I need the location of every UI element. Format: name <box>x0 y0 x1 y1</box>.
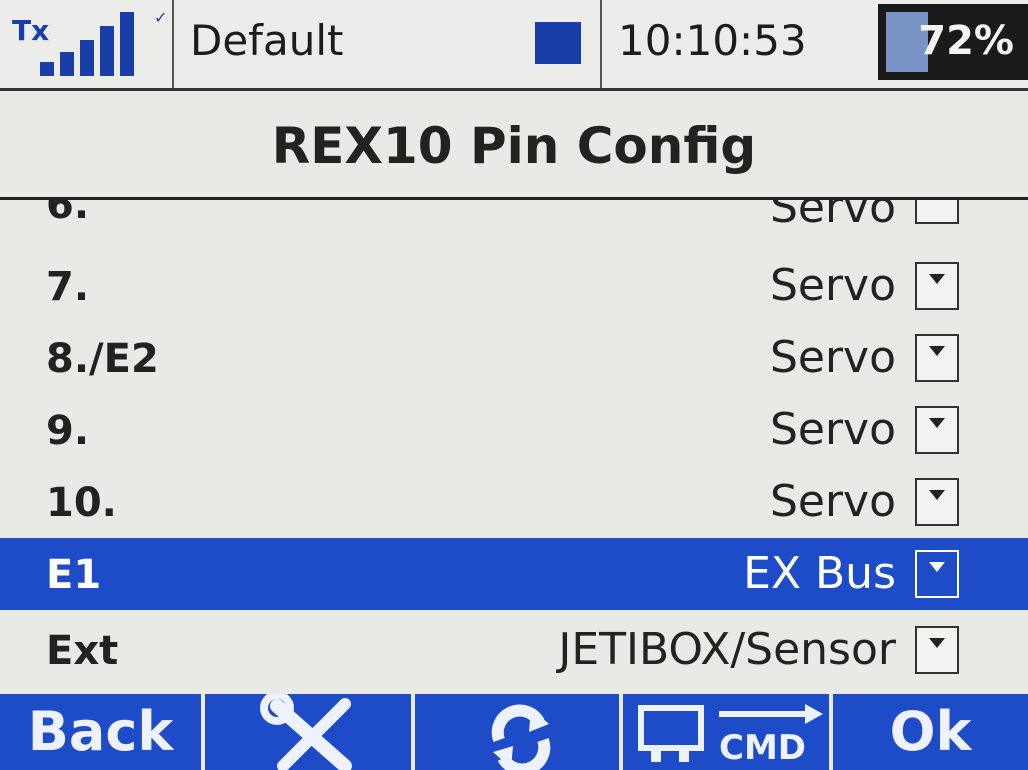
title-area: REX10 Pin Config <box>0 91 1028 200</box>
refresh-icon <box>491 704 551 770</box>
model-section: Default <box>172 0 602 88</box>
pin-mode-value: Servo <box>769 200 896 233</box>
cmd-button[interactable]: CMD <box>623 694 833 770</box>
list-item[interactable]: 9. Servo <box>0 394 1028 466</box>
tx-label: Tx <box>12 14 50 47</box>
ok-button[interactable]: Ok <box>833 694 1028 770</box>
list-item[interactable]: Ext JETIBOX/Sensor <box>0 614 1028 686</box>
list-item[interactable]: 7. Servo <box>0 250 1028 322</box>
list-item-selected[interactable]: E1 EX Bus <box>0 538 1028 610</box>
refresh-button[interactable] <box>415 694 623 770</box>
battery-icon: 72% <box>878 4 1028 80</box>
back-button-label: Back <box>27 700 174 763</box>
pin-mode-value: EX Bus <box>743 548 896 599</box>
pin-mode-value: Servo <box>769 404 896 455</box>
pin-label: 8./E2 <box>46 336 159 382</box>
pin-config-list: 6. Servo 7. Servo 8./E2 Servo 9. Servo 1… <box>0 200 1028 694</box>
wrench-screwdriver-icon <box>260 694 352 770</box>
pin-label: 9. <box>46 408 90 454</box>
list-item[interactable]: 10. Servo <box>0 466 1028 538</box>
pin-mode-value: Servo <box>769 332 896 383</box>
signal-section: Tx ✓ <box>0 0 174 88</box>
list-item[interactable]: 8./E2 Servo <box>0 322 1028 394</box>
pin-mode-value: Servo <box>769 476 896 527</box>
pin-label: Ext <box>46 628 119 674</box>
pin-label: 10. <box>46 480 117 526</box>
settings-button[interactable] <box>205 694 415 770</box>
status-bar: Tx ✓ Default 10:10:53 72% <box>0 0 1028 91</box>
pin-mode-value: JETIBOX/Sensor <box>558 624 896 675</box>
pin-label: 6. <box>46 200 90 228</box>
dropdown-arrow-icon[interactable] <box>915 550 959 598</box>
model-indicator-icon <box>535 22 581 64</box>
dropdown-arrow-icon[interactable] <box>915 262 959 310</box>
cmd-label: CMD <box>719 728 807 768</box>
dropdown-arrow-icon[interactable] <box>915 200 959 224</box>
dropdown-arrow-icon[interactable] <box>915 478 959 526</box>
dropdown-arrow-icon[interactable] <box>915 406 959 454</box>
ok-button-label: Ok <box>889 700 972 763</box>
page-title: REX10 Pin Config <box>271 117 757 175</box>
battery-percent: 72% <box>918 18 1014 64</box>
dropdown-arrow-icon[interactable] <box>915 334 959 382</box>
time-section: 10:10:53 <box>600 0 870 88</box>
pin-label: 7. <box>46 264 90 310</box>
pin-mode-value: Servo <box>769 260 896 311</box>
dropdown-arrow-icon[interactable] <box>915 626 959 674</box>
back-button[interactable]: Back <box>0 694 205 770</box>
pin-label: E1 <box>46 552 102 598</box>
bottom-toolbar: Back CMD Ok <box>0 694 1028 770</box>
checkmark-icon: ✓ <box>154 8 168 27</box>
model-name: Default <box>190 16 344 65</box>
clock: 10:10:53 <box>618 16 807 65</box>
